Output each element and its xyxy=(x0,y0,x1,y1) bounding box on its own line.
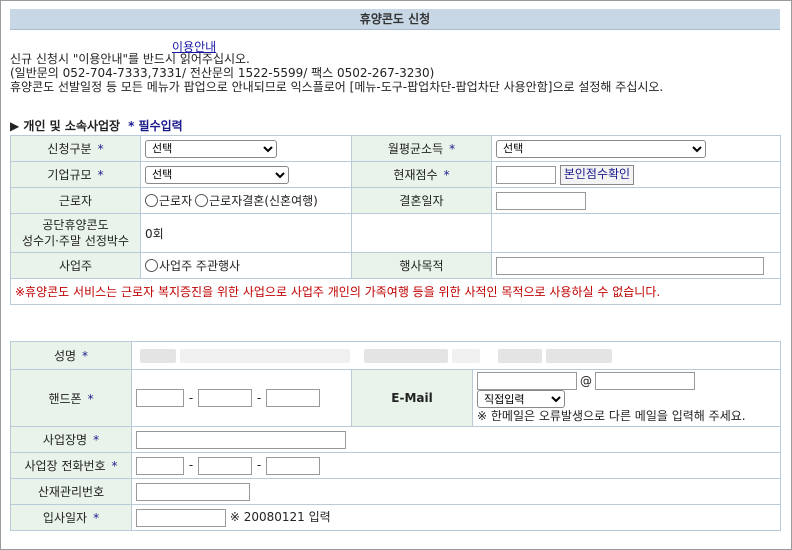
accident-no-input[interactable] xyxy=(136,482,250,501)
phone-part3-input[interactable] xyxy=(266,389,320,407)
notice-line-3: 휴양콘도 선발일정 등 모든 메뉴가 팝업으로 안내되므로 익스플로어 [메뉴-… xyxy=(10,80,664,94)
workplace-phone-label: 사업장 전화번호 * xyxy=(10,452,132,479)
application-type-label: 신청구분 * xyxy=(10,135,141,162)
event-purpose-label: 행사목적 xyxy=(350,252,493,279)
check-score-button[interactable]: 본인점수확인 xyxy=(559,164,635,185)
phone-part1-input[interactable] xyxy=(136,389,184,407)
worker-wedding-option-label: 근로자결혼(신혼여행) xyxy=(209,194,318,208)
company-size-select[interactable]: 선택 xyxy=(145,165,289,184)
notice-line-2: (일반문의 052-704-7333,7331/ 전산문의 1522-5599/… xyxy=(10,66,435,80)
avg-income-label: 월평균소득 * xyxy=(350,135,493,162)
email-domain-input[interactable] xyxy=(595,372,695,390)
worker-radio[interactable] xyxy=(145,194,158,207)
employer-event-radio[interactable] xyxy=(145,259,158,272)
selection-count-label: 공단휴양콘도 성수기·주말 선정박수 xyxy=(10,213,141,253)
email-domain-select[interactable]: 직접입력 xyxy=(477,390,565,408)
required-note: * 필수입력 xyxy=(128,119,183,133)
workplace-name-input[interactable] xyxy=(136,430,346,449)
email-note: ※ 한메일은 오류발생으로 다른 메일을 입력해 주세요. xyxy=(477,409,746,423)
section-title-text: ▶ 개인 및 소속사업장 xyxy=(10,119,121,133)
worker-wedding-radio[interactable] xyxy=(195,194,209,207)
current-score-input[interactable] xyxy=(496,165,557,184)
name-label: 성명 * xyxy=(10,341,132,370)
warning-text: ※휴양콘도 서비스는 근로자 복지증진을 위한 사업으로 사업주 개인의 가족여… xyxy=(15,285,661,299)
hire-date-note: ※ 20080121 입력 xyxy=(229,510,331,525)
worker-label: 근로자 xyxy=(10,187,141,214)
event-purpose-input[interactable] xyxy=(496,256,765,275)
wedding-date-input[interactable] xyxy=(496,191,587,210)
page-title: 휴양콘도 신청 xyxy=(10,9,780,30)
email-label: E-Mail xyxy=(351,369,473,427)
workplace-name-label: 사업장명 * xyxy=(10,426,132,453)
notice-line-1: 신규 신청시 "이용안내"를 반드시 읽어주십시오. xyxy=(10,52,250,66)
phone-label: 핸드폰 * xyxy=(10,369,132,427)
accident-no-label: 산재관리번호 xyxy=(10,478,132,505)
workplace-phone-part1-input[interactable] xyxy=(136,456,184,475)
current-score-label: 현재점수 * xyxy=(350,161,493,188)
section-title: ▶ 개인 및 소속사업장 * 필수입력 xyxy=(10,117,183,134)
employer-event-label: 사업주 주관행사 xyxy=(159,259,241,273)
email-local-input[interactable] xyxy=(477,372,577,390)
company-size-label: 기업규모 * xyxy=(10,161,141,188)
hire-date-label: 입사일자 * xyxy=(10,504,132,531)
workplace-phone-part2-input[interactable] xyxy=(198,456,252,475)
workplace-phone-part3-input[interactable] xyxy=(266,456,320,475)
wedding-date-label: 결혼일자 xyxy=(350,187,493,214)
empty-cell xyxy=(491,213,782,253)
contact-form: 성명 * 핸드폰 * -- E-Mail @ 직접입력 ※ 한메일은 오류발생으로 … xyxy=(10,341,781,531)
empty-cell xyxy=(350,213,493,253)
application-type-select[interactable]: 선택 xyxy=(145,139,277,158)
employer-label: 사업주 xyxy=(10,252,141,279)
selection-count-value: 0회 xyxy=(140,213,352,253)
applicant-form: 신청구분 * 선택 월평균소득 * 선택 기업규모 * 선택 현재점수 * 본인점수확인… xyxy=(9,135,782,305)
worker-option-label: 근로자 xyxy=(159,194,193,208)
name-value-blurred xyxy=(131,341,781,370)
phone-part2-input[interactable] xyxy=(198,389,252,407)
avg-income-select[interactable]: 선택 xyxy=(496,139,707,158)
hire-date-input[interactable] xyxy=(136,508,226,527)
